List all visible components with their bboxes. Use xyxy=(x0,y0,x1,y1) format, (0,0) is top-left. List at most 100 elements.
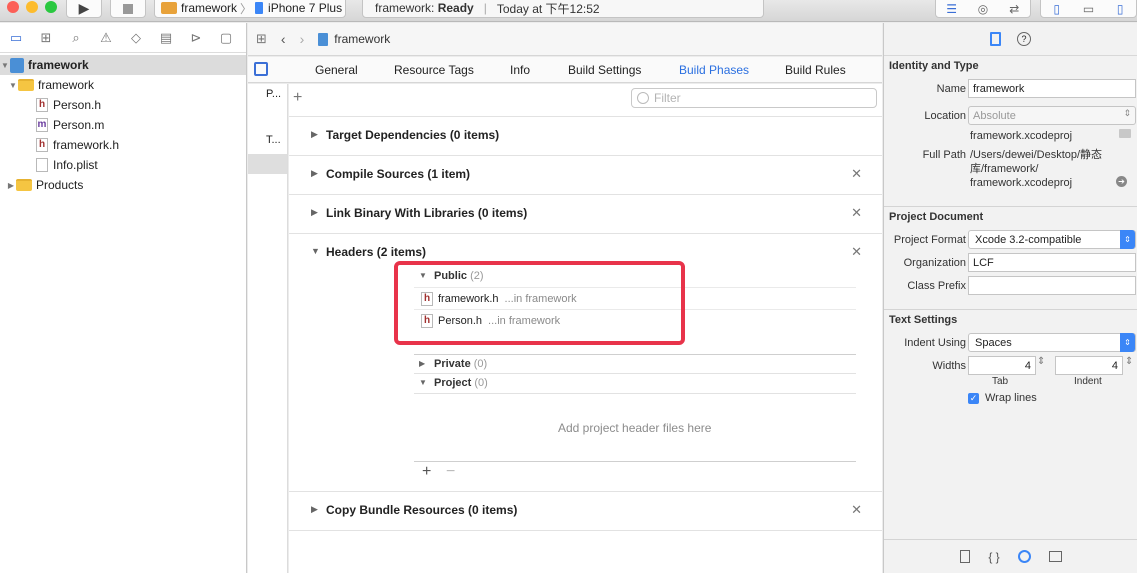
tree-item-label: Person.h xyxy=(53,98,102,112)
phase-link-binary[interactable]: ▶ Link Binary With Libraries (0 items) ✕ xyxy=(289,194,882,233)
headers-project-group[interactable]: ▼ Project (0) xyxy=(414,373,856,393)
folder-icon[interactable]: ▭ xyxy=(6,30,26,46)
project-entry[interactable]: P... xyxy=(266,88,281,100)
phase-copy-bundle-resources[interactable]: ▶ Copy Bundle Resources (0 items) ✕ xyxy=(289,491,882,530)
media-library-icon[interactable] xyxy=(1048,551,1062,562)
tree-item-label: framework xyxy=(38,78,95,92)
stop-button[interactable] xyxy=(110,0,146,18)
standard-editor-icon[interactable]: ☰ xyxy=(936,2,967,16)
selected-target-row[interactable] xyxy=(248,154,287,174)
phase-title: Copy Bundle Resources (0 items) xyxy=(326,503,518,517)
related-items-icon[interactable]: ⊞ xyxy=(256,31,267,47)
disclosure-closed-icon[interactable]: ▶ xyxy=(419,359,425,368)
tab-build-phases[interactable]: Build Phases xyxy=(679,63,749,77)
reveal-in-finder-icon[interactable]: ➔ xyxy=(1116,176,1127,187)
breakpoint-icon[interactable]: ⊳ xyxy=(186,30,206,46)
disclosure-closed-icon[interactable]: ▶ xyxy=(311,207,318,218)
tree-item-file[interactable]: Info.plist xyxy=(0,155,246,175)
disclosure-open-icon[interactable]: ▼ xyxy=(0,61,10,70)
disclosure-open-icon[interactable]: ▼ xyxy=(419,378,427,387)
forward-arrow-icon[interactable]: › xyxy=(300,31,305,47)
file-template-icon[interactable] xyxy=(960,550,971,563)
tree-item-folder-framework[interactable]: ▼ framework xyxy=(0,75,246,95)
tree-item-folder-products[interactable]: ▶ Products xyxy=(0,175,246,195)
disclosure-open-icon[interactable]: ▼ xyxy=(8,81,18,90)
jump-bar: ⊞ ‹ › framework xyxy=(248,23,882,56)
disclosure-closed-icon[interactable]: ▶ xyxy=(311,168,318,179)
indent-width-stepper-icon[interactable]: ⇕ xyxy=(1125,356,1133,367)
debug-icon[interactable]: ▤ xyxy=(156,30,176,46)
tree-item-file[interactable]: h framework.h xyxy=(0,135,246,155)
targets-list-toggle-icon[interactable] xyxy=(254,62,268,76)
minimize-window-button[interactable] xyxy=(26,1,38,13)
phase-target-dependencies[interactable]: ▶ Target Dependencies (0 items) xyxy=(289,116,882,155)
location-popup[interactable]: Absolute ⇕ xyxy=(968,106,1136,125)
version-editor-icon[interactable]: ⇄ xyxy=(999,2,1030,16)
plist-file-icon xyxy=(36,158,48,172)
play-icon: ▶ xyxy=(78,0,90,16)
breadcrumb[interactable]: framework xyxy=(334,32,390,46)
widths-label: Widths xyxy=(932,360,966,372)
delete-phase-icon[interactable]: ✕ xyxy=(851,244,862,260)
delete-phase-icon[interactable]: ✕ xyxy=(851,166,862,182)
wrap-lines-checkbox[interactable]: ✓ xyxy=(968,393,979,404)
headers-private-group[interactable]: ▶ Private (0) xyxy=(414,354,856,373)
back-arrow-icon[interactable]: ‹ xyxy=(281,31,286,47)
tab-build-settings[interactable]: Build Settings xyxy=(568,63,641,77)
disclosure-open-icon[interactable]: ▼ xyxy=(311,246,320,256)
tab-width-field[interactable]: 4 xyxy=(968,356,1036,375)
code-snippet-icon[interactable]: { } xyxy=(988,550,999,564)
object-library-icon[interactable] xyxy=(1017,550,1031,563)
phase-title: Link Binary With Libraries (0 items) xyxy=(326,206,528,220)
tree-item-file[interactable]: h Person.h xyxy=(0,95,246,115)
delete-phase-icon[interactable]: ✕ xyxy=(851,205,862,221)
search-icon[interactable]: ⌕ xyxy=(66,30,86,46)
project-format-popup[interactable]: Xcode 3.2-compatible ⇕ xyxy=(968,230,1136,249)
navigator-toggle-icon[interactable]: ▯ xyxy=(1041,2,1073,16)
tree-item-file[interactable]: m Person.m xyxy=(0,115,246,135)
close-window-button[interactable] xyxy=(7,1,19,13)
project-group-label: Project (0) xyxy=(434,377,488,389)
zoom-window-button[interactable] xyxy=(45,1,57,13)
remove-header-button[interactable]: − xyxy=(446,463,455,481)
report-icon[interactable]: ▢ xyxy=(216,30,236,46)
target-entry[interactable]: T... xyxy=(266,134,281,146)
utilities-toggle-icon[interactable]: ▯ xyxy=(1104,2,1136,16)
inspector-selector-bar: ? xyxy=(884,23,1137,56)
xcodeproj-icon xyxy=(10,57,24,73)
add-phase-icon[interactable]: + xyxy=(293,89,302,107)
debug-area-toggle-icon[interactable]: ▭ xyxy=(1073,2,1105,16)
run-button[interactable]: ▶ xyxy=(66,0,102,18)
tab-width-stepper-icon[interactable]: ⇕ xyxy=(1037,356,1045,367)
popup-arrows-icon: ⇕ xyxy=(1120,333,1135,352)
tree-item-project[interactable]: ▼ framework xyxy=(0,55,246,75)
reveal-folder-icon[interactable] xyxy=(1119,129,1131,138)
filter-input[interactable]: Filter xyxy=(631,88,877,108)
name-field[interactable]: framework xyxy=(968,79,1136,98)
add-header-button[interactable]: + xyxy=(422,463,431,481)
indent-using-popup[interactable]: Spaces ⇕ xyxy=(968,333,1136,352)
tab-resource-tags[interactable]: Resource Tags xyxy=(394,63,474,77)
test-icon[interactable]: ◇ xyxy=(126,30,146,46)
delete-phase-icon[interactable]: ✕ xyxy=(851,502,862,518)
scheme-selector[interactable]: framework 〉 iPhone 7 Plus xyxy=(154,0,346,18)
library-selector-bar: { } xyxy=(884,539,1137,573)
targets-list: P... T... xyxy=(248,84,288,573)
file-inspector-icon[interactable] xyxy=(990,32,1001,46)
phase-compile-sources[interactable]: ▶ Compile Sources (1 item) ✕ xyxy=(289,155,882,194)
indent-width-field[interactable]: 4 xyxy=(1055,356,1123,375)
tab-build-rules[interactable]: Build Rules xyxy=(785,63,846,77)
organization-field[interactable]: LCF xyxy=(968,253,1136,272)
indent-using-label: Indent Using xyxy=(904,337,966,349)
assistant-editor-icon[interactable]: ◎ xyxy=(967,2,998,16)
warning-icon[interactable]: ⚠ xyxy=(96,30,116,46)
disclosure-closed-icon[interactable]: ▶ xyxy=(311,504,318,515)
tab-general[interactable]: General xyxy=(315,63,358,77)
disclosure-closed-icon[interactable]: ▶ xyxy=(6,181,16,190)
class-prefix-field[interactable] xyxy=(968,276,1136,295)
phase-title: Headers (2 items) xyxy=(326,245,427,259)
quick-help-icon[interactable]: ? xyxy=(1017,32,1031,46)
hierarchy-icon[interactable]: ⊞ xyxy=(36,30,56,46)
tab-info[interactable]: Info xyxy=(510,63,530,77)
disclosure-closed-icon[interactable]: ▶ xyxy=(311,129,318,140)
